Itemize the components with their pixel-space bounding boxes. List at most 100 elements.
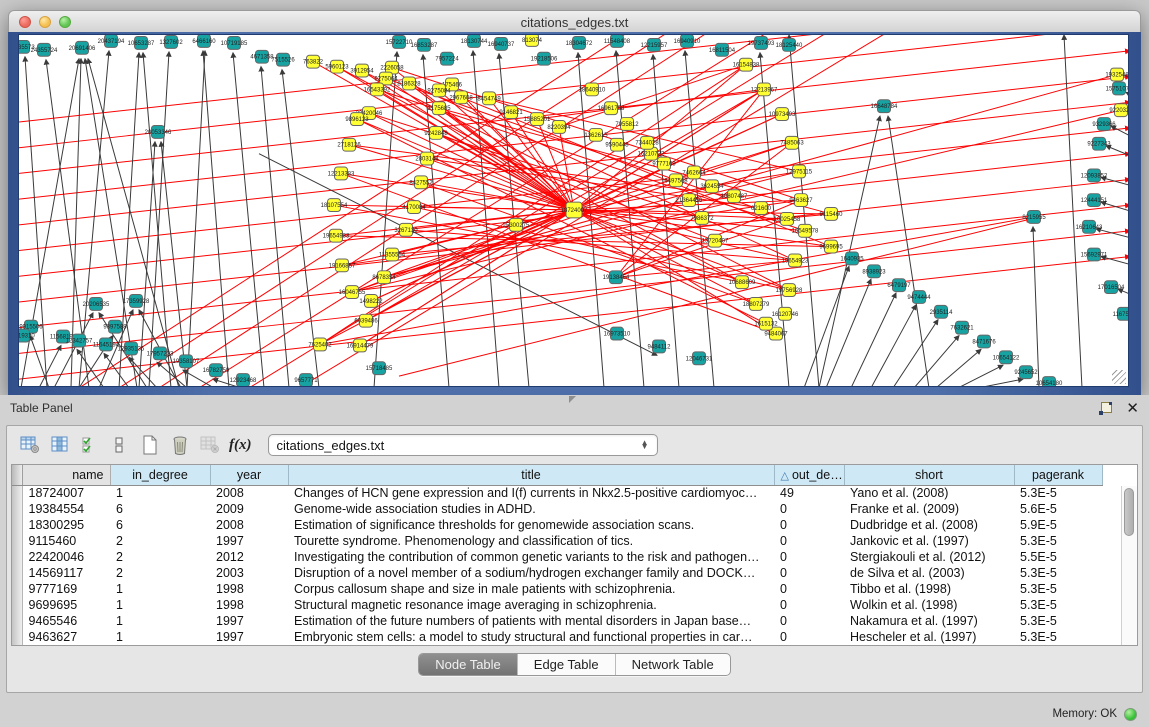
cell-pagerank[interactable]: 5.3E-5 <box>1014 613 1102 629</box>
graph-edge[interactable] <box>804 266 849 386</box>
graph-edge[interactable] <box>320 217 1034 345</box>
tab-node-table[interactable]: Node Table <box>419 654 517 675</box>
cell-short[interactable]: Nakamura et al. (1997) <box>844 613 1014 629</box>
cell-in_degree[interactable]: 2 <box>110 533 210 549</box>
graph-edge[interactable] <box>19 205 1129 328</box>
cell-in_degree[interactable]: 2 <box>110 549 210 565</box>
cell-year[interactable]: 1997 <box>210 533 288 549</box>
cell-title[interactable]: Estimation of the future numbers of pati… <box>288 613 774 629</box>
table-header-row[interactable]: namein_degreeyeartitle△out_de…shortpager… <box>12 465 1102 485</box>
cell-pagerank[interactable]: 5.3E-5 <box>1014 581 1102 597</box>
cell-short[interactable]: Wolkin et al. (1998) <box>844 597 1014 613</box>
cell-pagerank[interactable]: 5.9E-5 <box>1014 517 1102 533</box>
cell-name[interactable]: 18724007 <box>22 485 110 501</box>
cell-short[interactable]: Tibbo et al. (1998) <box>844 581 1014 597</box>
cell-name[interactable]: 22420046 <box>22 549 110 565</box>
cell-out_degree[interactable]: 0 <box>774 501 844 517</box>
graph-edge[interactable] <box>914 336 959 386</box>
cell-short[interactable]: Jankovic et al. (1997) <box>844 533 1014 549</box>
graph-edge[interactable] <box>362 71 574 210</box>
cell-title[interactable]: Embryonic stem cells: a model to study s… <box>288 629 774 645</box>
table-settings-icon[interactable] <box>17 433 43 457</box>
cell-pagerank[interactable]: 5.3E-5 <box>1014 485 1102 501</box>
delete-table-icon[interactable] <box>167 433 193 457</box>
graph-edge[interactable] <box>233 53 264 386</box>
graph-edge[interactable] <box>19 51 1129 174</box>
cell-out_degree[interactable]: 0 <box>774 565 844 581</box>
cell-out_degree[interactable]: 0 <box>774 517 844 533</box>
graph-edge[interactable] <box>826 279 871 386</box>
cell-title[interactable]: Changes of HCN gene expression and I(f) … <box>288 485 774 501</box>
graph-edge[interactable] <box>1033 227 1039 386</box>
cell-year[interactable]: 1998 <box>210 581 288 597</box>
table-row[interactable]: 2242004622012Investigating the contribut… <box>12 549 1102 565</box>
cell-year[interactable]: 1998 <box>210 597 288 613</box>
cell-year[interactable]: 1997 <box>210 613 288 629</box>
cell-title[interactable]: Genome-wide association studies in ADHD. <box>288 501 774 517</box>
new-table-icon[interactable] <box>137 433 163 457</box>
table-row[interactable]: 1938455462009Genome-wide association stu… <box>12 501 1102 517</box>
graph-edge[interactable] <box>958 365 1003 386</box>
network-canvas[interactable]: 1872400776382259601233912954222605892750… <box>18 34 1129 387</box>
splitter-handle[interactable] <box>569 396 576 403</box>
cell-name[interactable]: 9465546 <box>22 613 110 629</box>
graph-edge[interactable] <box>871 305 916 386</box>
cell-pagerank[interactable]: 5.3E-5 <box>1014 629 1102 645</box>
graph-edge[interactable] <box>19 35 1129 148</box>
cell-name[interactable]: 9115460 <box>22 533 110 549</box>
graph-edge[interactable] <box>1126 92 1129 94</box>
cell-name[interactable]: 19384554 <box>22 501 110 517</box>
graph-edge[interactable] <box>203 51 229 386</box>
graph-edge[interactable] <box>851 293 896 386</box>
cell-pagerank[interactable]: 5.3E-5 <box>1014 597 1102 613</box>
column-header-title[interactable]: title <box>288 465 774 485</box>
function-builder-icon[interactable]: f(x) <box>229 437 252 454</box>
cell-year[interactable]: 1997 <box>210 629 288 645</box>
show-columns-icon[interactable] <box>107 433 133 457</box>
cell-short[interactable]: de Silva et al. (2003) <box>844 565 1014 581</box>
cell-title[interactable]: Investigating the contribution of common… <box>288 549 774 565</box>
select-columns-icon[interactable] <box>47 433 73 457</box>
cell-out_degree[interactable]: 0 <box>774 613 844 629</box>
cell-in_degree[interactable]: 6 <box>110 517 210 533</box>
cell-in_degree[interactable]: 1 <box>110 597 210 613</box>
cell-short[interactable]: Stergiakouli et al. (2012) <box>844 549 1014 565</box>
cell-title[interactable]: Corpus callosum shape and size in male p… <box>288 581 774 597</box>
window-titlebar[interactable]: citations_edges.txt <box>8 10 1141 34</box>
cell-in_degree[interactable]: 1 <box>110 581 210 597</box>
cell-pagerank[interactable]: 5.3E-5 <box>1014 565 1102 581</box>
cell-name[interactable]: 9463627 <box>22 629 110 645</box>
cell-short[interactable]: Dudbridge et al. (2008) <box>844 517 1014 533</box>
cell-out_degree[interactable]: 0 <box>774 533 844 549</box>
column-header-name[interactable]: name <box>22 465 110 485</box>
table-select-dropdown[interactable]: citations_edges.txt ▲▼ <box>268 434 658 456</box>
cell-in_degree[interactable]: 1 <box>110 485 210 501</box>
cell-name[interactable]: 18300295 <box>22 517 110 533</box>
cell-name[interactable]: 9699695 <box>22 597 110 613</box>
graph-edge[interactable] <box>199 35 779 386</box>
table-row[interactable]: 946554611997Estimation of the future num… <box>12 613 1102 629</box>
graph-edge[interactable] <box>143 53 171 386</box>
cell-pagerank[interactable]: 5.5E-5 <box>1014 549 1102 565</box>
graph-edge[interactable] <box>19 231 1129 354</box>
cell-out_degree[interactable]: 0 <box>774 581 844 597</box>
cell-year[interactable]: 2008 <box>210 517 288 533</box>
table-row[interactable]: 1830029562008Estimation of significance … <box>12 517 1102 533</box>
graph-edge[interactable] <box>978 379 1023 386</box>
column-header-short[interactable]: short <box>844 465 1014 485</box>
tab-network-table[interactable]: Network Table <box>615 654 730 675</box>
table-row[interactable]: 1456911722003Disruption of a novel membe… <box>12 565 1102 581</box>
citation-network-graph[interactable]: 1872400776382259601233912954222605892750… <box>19 35 1129 386</box>
column-header-out_degree[interactable]: △out_de… <box>774 465 844 485</box>
cell-short[interactable]: Hescheler et al. (1997) <box>844 629 1014 645</box>
table-row[interactable]: 1872400712008Changes of HCN gene express… <box>12 485 1102 501</box>
table-row[interactable]: 977716911998Corpus callosum shape and si… <box>12 581 1102 597</box>
column-header-pagerank[interactable]: pagerank <box>1014 465 1102 485</box>
column-header-year[interactable]: year <box>210 465 288 485</box>
cell-name[interactable]: 9777169 <box>22 581 110 597</box>
cell-pagerank[interactable]: 5.6E-5 <box>1014 501 1102 517</box>
table-row[interactable]: 969969511998Structural magnetic resonanc… <box>12 597 1102 613</box>
cell-in_degree[interactable]: 6 <box>110 501 210 517</box>
tab-edge-table[interactable]: Edge Table <box>517 654 615 675</box>
cell-year[interactable]: 2008 <box>210 485 288 501</box>
